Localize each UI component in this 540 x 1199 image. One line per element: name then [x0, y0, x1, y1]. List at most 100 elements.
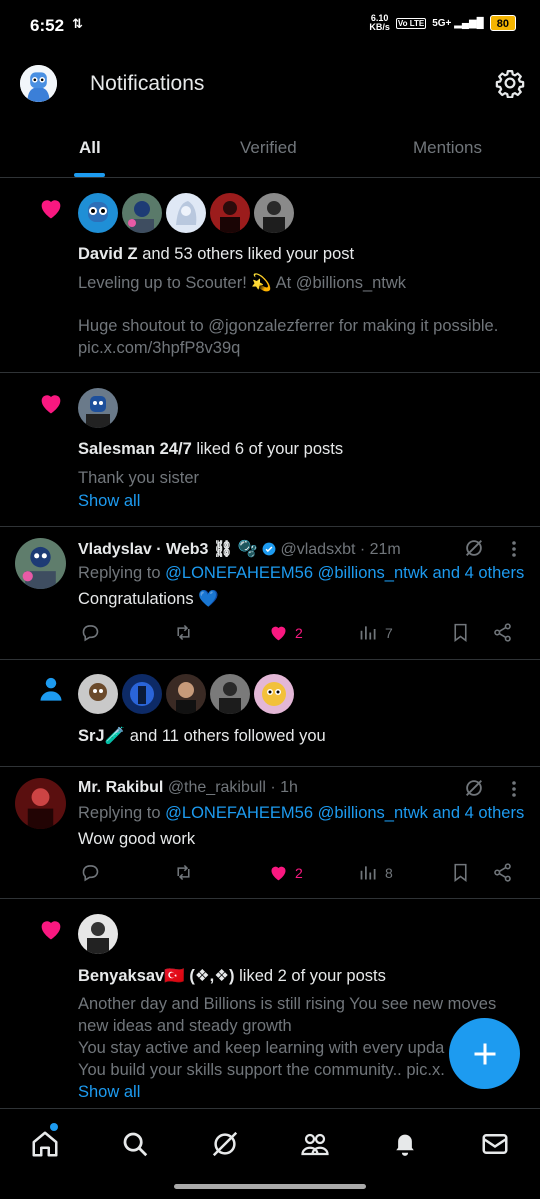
avatar[interactable] [210, 674, 250, 714]
post-preview-line: Another day and Billions is still rising… [78, 995, 497, 1013]
tab-all[interactable]: All [79, 138, 101, 158]
actor-name[interactable]: Benyaksav🇹🇷 (❖,❖) [78, 967, 235, 985]
share-button[interactable] [492, 862, 513, 883]
messages-icon [482, 1134, 508, 1154]
more-options-icon[interactable] [510, 539, 518, 559]
post-header: Vladyslav · Web3 ⛓ 🫧 @vladsxbt · 21m [78, 539, 401, 559]
communities-icon [301, 1133, 329, 1156]
status-bar: 6:52 ⇅ 6.10 KB/s Vo LTE 5G+ ▂▄▆█ 80 [0, 0, 540, 50]
avatar[interactable] [254, 674, 294, 714]
repost-button[interactable] [173, 862, 194, 883]
share-icon [494, 863, 511, 882]
actor-name[interactable]: David Z [78, 245, 138, 263]
nav-home[interactable] [30, 1129, 60, 1159]
gear-icon[interactable] [495, 68, 525, 98]
post-preview-line: Thank you sister [78, 469, 200, 487]
author-handle-time[interactable]: @the_rakibull · 1h [168, 779, 298, 796]
avatar[interactable] [78, 914, 118, 954]
notification-text: Salesman 24/7 liked 6 of your posts [78, 440, 343, 459]
tab-mentions[interactable]: Mentions [413, 138, 482, 158]
author-handle-time[interactable]: @vladsxbt · 21m [280, 541, 400, 558]
grok-icon[interactable] [463, 537, 485, 559]
actor-name[interactable]: SrJ🧪 [78, 727, 125, 745]
reply-body: Congratulations 💙 [78, 590, 219, 608]
post-actions: 2 7 [78, 622, 518, 646]
net-speed-unit: KB/s [369, 22, 390, 32]
share-icon [494, 623, 511, 642]
avatar[interactable] [78, 388, 118, 428]
post-preview-line: pic.x.com/3hpfP8v39q [78, 339, 241, 357]
avatar-row [78, 193, 294, 233]
avatar[interactable] [78, 193, 118, 233]
home-unread-dot [50, 1123, 58, 1131]
gesture-home-bar[interactable] [174, 1184, 366, 1189]
avatar[interactable] [166, 674, 206, 714]
avatar-row [78, 674, 294, 714]
replying-prefix: Replying to [78, 564, 166, 582]
avatar[interactable] [254, 193, 294, 233]
notification-action: and 11 others followed you [125, 727, 326, 745]
reply-body: Wow good work [78, 830, 196, 848]
views-button[interactable]: 8 [358, 862, 393, 883]
net-speed: 6.10 KB/s [369, 14, 390, 32]
network-activity-icon: ⇅ [72, 16, 83, 31]
author-name[interactable]: Vladyslav · Web3 ⛓ 🫧 [78, 541, 258, 558]
notification-like[interactable]: David Z and 53 others liked your post Le… [0, 178, 540, 373]
notification-like[interactable]: Salesman 24/7 liked 6 of your posts Than… [0, 373, 540, 527]
top-app-bar: Notifications [0, 58, 540, 110]
avatar[interactable] [122, 193, 162, 233]
reply-button[interactable] [80, 622, 101, 643]
avatar[interactable] [15, 778, 66, 829]
view-count: 7 [385, 624, 393, 641]
show-all-link[interactable]: Show all [78, 1082, 528, 1104]
avatar[interactable] [166, 193, 206, 233]
replying-to-links[interactable]: @LONEFAHEEM56 @billions_ntwk and 4 other… [165, 804, 524, 822]
views-button[interactable]: 7 [358, 622, 393, 643]
bookmark-button[interactable] [450, 862, 471, 883]
status-right: 6.10 KB/s Vo LTE 5G+ ▂▄▆█ 80 [369, 14, 516, 32]
avatar[interactable] [15, 538, 66, 589]
page-title: Notifications [90, 72, 205, 95]
nav-search[interactable] [120, 1129, 150, 1159]
show-all-link[interactable]: Show all [78, 491, 528, 513]
post-header: Mr. Rakibul @the_rakibull · 1h [78, 779, 298, 797]
nav-notifications[interactable] [390, 1129, 420, 1159]
avatar[interactable] [122, 674, 162, 714]
notification-reply[interactable]: Mr. Rakibul @the_rakibull · 1h Replying … [0, 767, 540, 899]
nav-communities[interactable] [300, 1129, 330, 1159]
bar-chart-icon [360, 626, 376, 640]
like-button[interactable]: 2 [268, 862, 303, 883]
grok-icon [212, 1131, 238, 1157]
notifications-bell-icon [396, 1134, 414, 1156]
author-name[interactable]: Mr. Rakibul [78, 779, 163, 796]
notification-tabs: All Verified Mentions [0, 124, 540, 178]
avatar[interactable] [78, 674, 118, 714]
profile-avatar[interactable] [20, 65, 57, 102]
heart-icon [271, 866, 286, 881]
avatar[interactable] [210, 193, 250, 233]
like-button[interactable]: 2 [268, 622, 303, 643]
nav-grok[interactable] [210, 1129, 240, 1159]
notification-follow[interactable]: SrJ🧪 and 11 others followed you [0, 660, 540, 767]
post-actions: 2 8 [78, 862, 518, 886]
comment-icon [82, 865, 99, 882]
replying-to-line: Replying to @LONEFAHEEM56 @billions_ntwk… [78, 564, 524, 583]
more-options-icon[interactable] [510, 779, 518, 799]
repost-icon [177, 624, 190, 641]
bar-chart-icon [360, 866, 376, 880]
notification-reply[interactable]: Vladyslav · Web3 ⛓ 🫧 @vladsxbt · 21m Rep… [0, 527, 540, 660]
grok-icon[interactable] [463, 777, 485, 799]
nav-messages[interactable] [480, 1129, 510, 1159]
replying-to-links[interactable]: @LONEFAHEEM56 @billions_ntwk and 4 other… [165, 564, 524, 582]
bookmark-icon [454, 863, 467, 882]
like-count: 2 [295, 864, 303, 881]
person-icon [40, 677, 62, 701]
actor-name[interactable]: Salesman 24/7 [78, 440, 192, 458]
compose-button[interactable] [449, 1018, 520, 1089]
repost-button[interactable] [173, 622, 194, 643]
bookmark-button[interactable] [450, 622, 471, 643]
share-button[interactable] [492, 622, 513, 643]
profile-avatar-image [20, 65, 57, 102]
tab-verified[interactable]: Verified [240, 138, 297, 158]
reply-button[interactable] [80, 862, 101, 883]
